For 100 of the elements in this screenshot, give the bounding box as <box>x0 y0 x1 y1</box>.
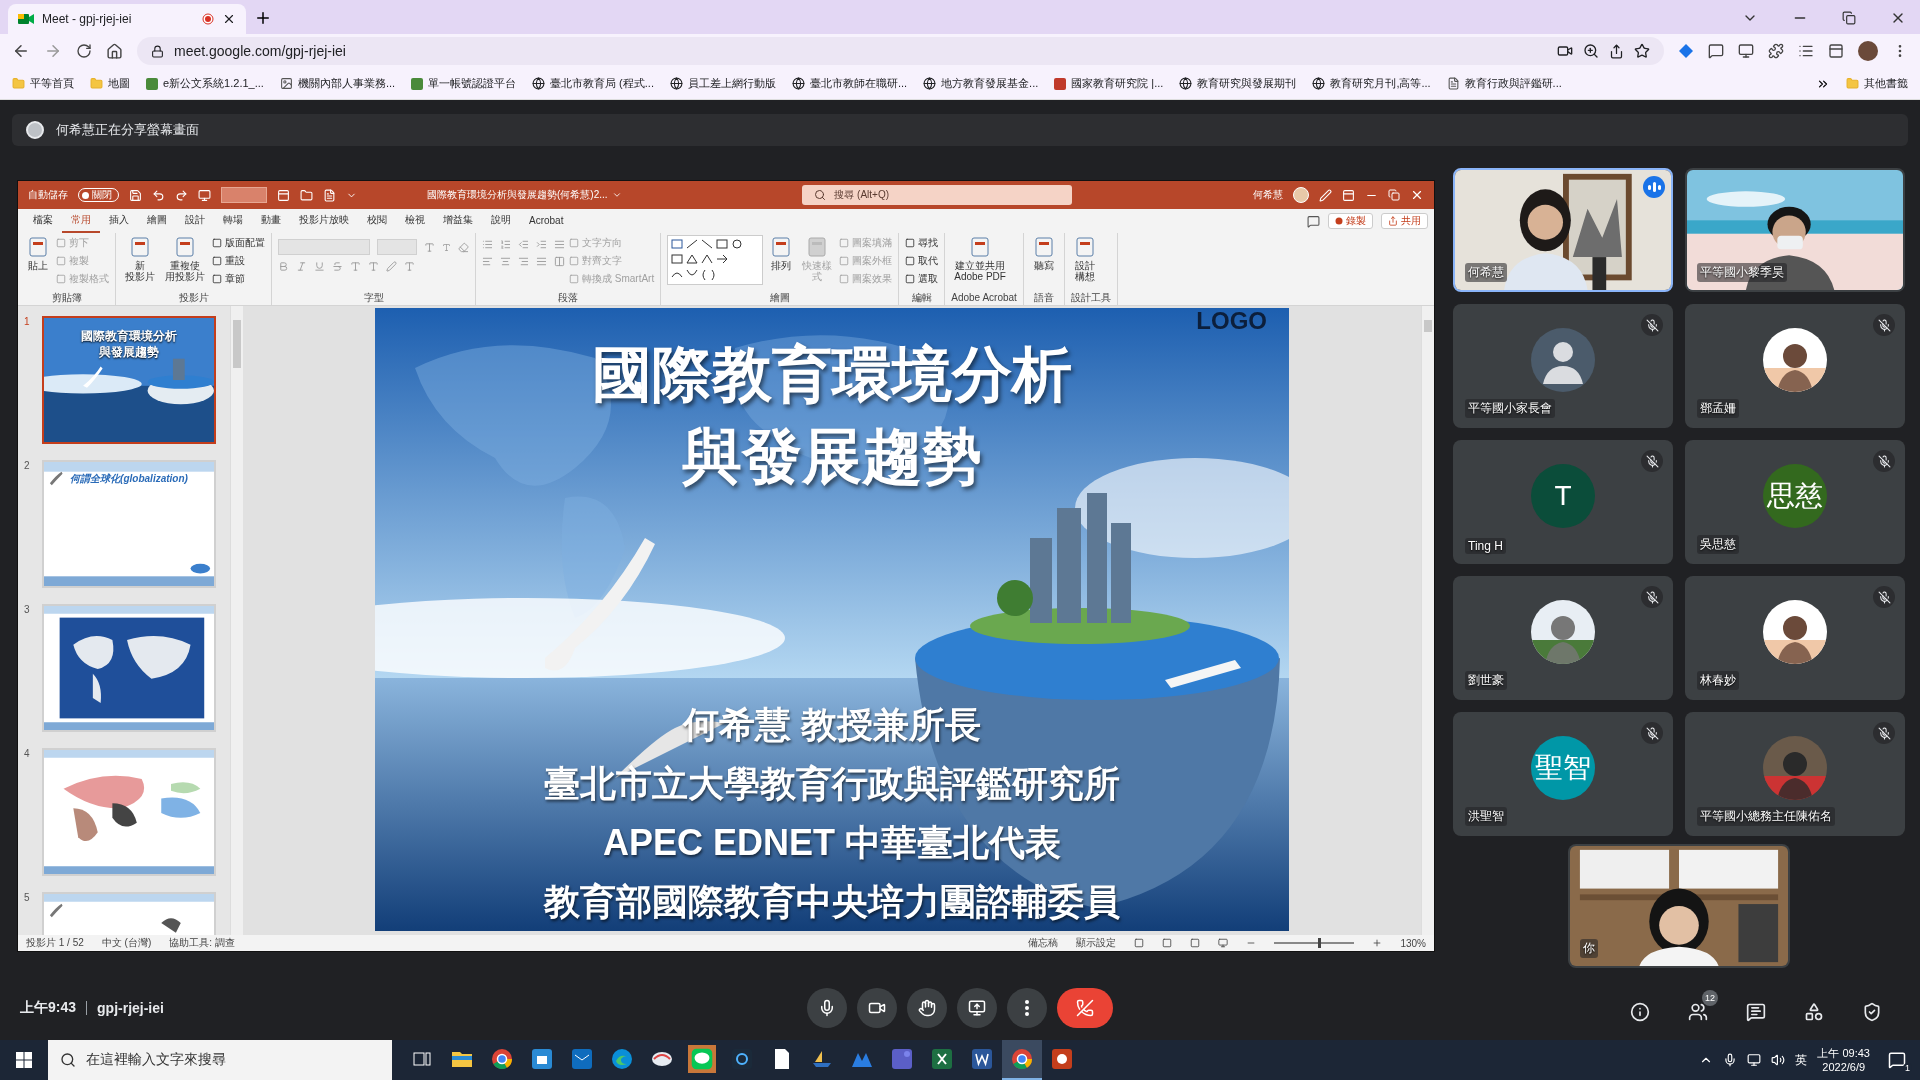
microphone-button[interactable] <box>807 987 847 1028</box>
ribbon-tab[interactable]: 插入 <box>100 209 138 233</box>
ribbon-tab[interactable]: Acrobat <box>520 209 573 233</box>
volume-icon[interactable] <box>1771 1053 1786 1067</box>
ribbon-button[interactable]: 尋找 <box>905 235 939 251</box>
network-icon[interactable] <box>1747 1053 1762 1067</box>
profile-avatar[interactable] <box>1858 41 1878 61</box>
font-size-field[interactable] <box>377 239 417 255</box>
document-title[interactable]: 國際教育環境分析與發展趨勢(何希慧)2... <box>427 188 622 202</box>
bookmark[interactable]: 教育研究月刊,高等... <box>1312 76 1431 91</box>
people-button[interactable]: 12 <box>1684 989 1718 1026</box>
accessibility-status[interactable]: 協助工具: 調查 <box>169 936 235 950</box>
back-icon[interactable] <box>12 42 30 60</box>
taskbar-search-field[interactable]: 在這裡輸入文字來搜尋 <box>48 1040 392 1080</box>
zoom-thumb[interactable] <box>1318 938 1322 948</box>
share-button[interactable]: 共用 <box>1381 213 1428 229</box>
bookmark-star-icon[interactable] <box>1634 43 1650 59</box>
ribbon-button[interactable]: 貼上 <box>24 235 52 272</box>
ribbon-display-icon[interactable] <box>1342 188 1355 202</box>
raise-hand-button[interactable] <box>907 987 947 1028</box>
media-icon[interactable] <box>1798 43 1814 59</box>
extension-icon[interactable] <box>1708 43 1724 59</box>
ribbon-tab[interactable]: 動畫 <box>252 209 290 233</box>
bookmark[interactable]: 單一帳號認證平台 <box>411 76 517 91</box>
sorter-view-icon[interactable] <box>1162 938 1173 948</box>
ribbon-tab[interactable]: 檔案 <box>24 209 62 233</box>
browser-tab[interactable]: Meet - gpj-rjej-iei <box>8 4 246 34</box>
camera-button[interactable] <box>857 987 897 1028</box>
comments-icon[interactable] <box>1307 214 1320 228</box>
ribbon-tab[interactable]: 設計 <box>176 209 214 233</box>
normal-view-icon[interactable] <box>1134 938 1145 948</box>
display-settings-button[interactable]: 顯示設定 <box>1076 936 1117 950</box>
notifications-button[interactable]: 1 <box>1880 1047 1914 1073</box>
ribbon-tab[interactable]: 轉場 <box>214 209 252 233</box>
scrollbar-thumb[interactable] <box>1424 320 1432 332</box>
bookmark[interactable]: 地圖 <box>90 76 130 91</box>
new-tab-icon[interactable] <box>254 9 272 27</box>
undo-icon[interactable] <box>152 188 165 202</box>
slideshow-view-icon[interactable] <box>1218 938 1229 948</box>
address-field[interactable]: meet.google.com/gpj-rjej-iei <box>137 37 1664 65</box>
slideshow-icon[interactable] <box>198 188 211 202</box>
quick-access-field[interactable] <box>221 187 267 203</box>
record-button[interactable]: 錄製 <box>1328 213 1373 229</box>
share-icon[interactable] <box>1609 43 1624 59</box>
notes-button[interactable]: 備忘稿 <box>1028 936 1059 950</box>
side-panel-icon[interactable] <box>1828 43 1844 59</box>
ribbon-tab[interactable]: 檢視 <box>396 209 434 233</box>
zoom-icon[interactable] <box>1583 43 1599 59</box>
bookmark[interactable]: 機關內部人事業務... <box>279 76 396 91</box>
input-method[interactable]: 英 <box>1795 1051 1808 1069</box>
slide-thumbnail[interactable]: 何謂全球化(globalization) <box>42 460 216 588</box>
extensions-icon[interactable] <box>1768 43 1784 59</box>
extension-icon[interactable] <box>1678 43 1694 59</box>
bookmark[interactable]: 地方教育發展基金... <box>923 76 1039 91</box>
ribbon-button[interactable]: 排列 <box>767 235 796 272</box>
redo-icon[interactable] <box>175 188 188 202</box>
ribbon-tab[interactable]: 說明 <box>482 209 520 233</box>
zoom-in-icon[interactable] <box>1372 938 1383 948</box>
restore-icon[interactable] <box>1842 11 1856 25</box>
bookmark[interactable]: 臺北市教師在職研... <box>791 76 908 91</box>
present-button[interactable] <box>957 987 997 1028</box>
ribbon-button[interactable]: 新 投影片 <box>122 235 158 283</box>
bookmark[interactable]: 其他書籤 <box>1846 76 1908 91</box>
slide-thumbnail[interactable]: 國際教育環境分析 與發展趨勢 <box>42 316 216 444</box>
bookmark[interactable]: 平等首頁 <box>12 76 74 91</box>
search-field[interactable]: 搜尋 (Alt+Q) <box>802 185 1073 205</box>
close-tab-icon[interactable] <box>222 12 236 26</box>
ribbon-button[interactable]: 版面配置 <box>212 235 265 251</box>
shapes-gallery[interactable] <box>667 235 764 285</box>
ribbon-button[interactable]: 建立並共用 Adobe PDF <box>951 235 1009 283</box>
pen-icon[interactable] <box>1319 188 1332 202</box>
ribbon-button[interactable]: 重複使 用投影片 <box>162 235 208 283</box>
ribbon-button[interactable]: 重設 <box>212 253 265 269</box>
bookmark[interactable]: 臺北市教育局 (程式... <box>532 76 654 91</box>
microphone-icon[interactable] <box>1723 1053 1738 1067</box>
ribbon-tab[interactable]: 繪圖 <box>138 209 176 233</box>
reading-view-icon[interactable] <box>1190 938 1201 948</box>
layout-icon[interactable] <box>277 188 290 202</box>
bookmark[interactable]: 國家教育研究院 |... <box>1054 76 1164 91</box>
bookmark[interactable]: 教育行政與評鑑研... <box>1446 76 1562 91</box>
ribbon-tab[interactable]: 增益集 <box>434 209 482 233</box>
clock[interactable]: 上午 09:43 2022/6/9 <box>1817 1046 1870 1074</box>
ribbon-button[interactable]: 章節 <box>212 271 265 287</box>
ribbon-tab[interactable]: 投影片放映 <box>290 209 358 233</box>
ribbon-button[interactable]: 選取 <box>905 271 939 287</box>
open-icon[interactable] <box>300 188 313 202</box>
leave-call-button[interactable] <box>1057 987 1113 1028</box>
bookmark[interactable]: 員工差上網行動版 <box>669 76 776 91</box>
new-file-icon[interactable] <box>323 188 336 202</box>
ribbon-button[interactable]: 聽寫 <box>1029 235 1058 272</box>
save-icon[interactable] <box>129 188 142 202</box>
bookmark[interactable]: 教育研究與發展期刊 <box>1179 76 1297 91</box>
more-options-button[interactable] <box>1007 987 1047 1028</box>
home-icon[interactable] <box>106 42 123 60</box>
close-icon[interactable] <box>1410 188 1424 202</box>
ribbon-button[interactable]: 設計 構想 <box>1070 235 1099 283</box>
scrollbar-thumb[interactable] <box>233 320 241 368</box>
font-name-field[interactable] <box>278 239 370 255</box>
bookmark[interactable]: e新公文系統1.2.1_... <box>146 76 264 91</box>
extension-icon[interactable] <box>1738 43 1754 59</box>
